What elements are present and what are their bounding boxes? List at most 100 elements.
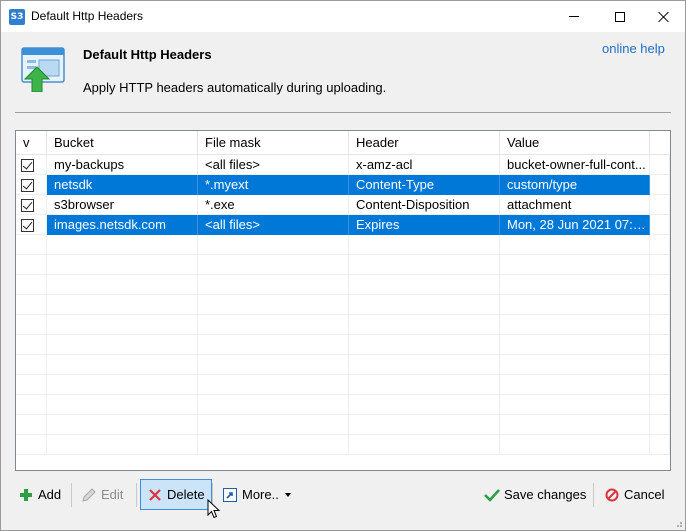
grid-rows: my-backups <all files> x-amz-acl bucket-own…: [16, 155, 670, 455]
cell-filler: [650, 155, 670, 175]
enabled-checkbox[interactable]: [21, 178, 34, 192]
cell-value: bucket-owner-full-cont...: [500, 155, 650, 175]
empty-cell: [198, 235, 349, 255]
empty-cell: [198, 415, 349, 435]
empty-cell: [47, 375, 198, 395]
empty-row: [16, 435, 670, 455]
empty-cell: [198, 295, 349, 315]
empty-cell: [650, 275, 670, 295]
column-header-bucket[interactable]: Bucket: [47, 131, 198, 155]
empty-row: [16, 275, 670, 295]
empty-cell: [349, 235, 500, 255]
no-entry-icon: [604, 487, 620, 503]
add-label: Add: [38, 487, 62, 502]
empty-cell: [47, 395, 198, 415]
empty-cell: [349, 315, 500, 335]
plus-icon: [18, 487, 34, 503]
empty-cell: [198, 255, 349, 275]
cell-bucket: netsdk: [47, 175, 198, 195]
cell-header: Content-Type: [349, 175, 500, 195]
close-button[interactable]: [641, 1, 686, 32]
checkmark-icon: [484, 487, 500, 503]
empty-cell: [650, 255, 670, 275]
more-dropdown-button[interactable]: More..: [215, 479, 298, 510]
empty-cell: [500, 255, 650, 275]
table-row[interactable]: netsdk *.myext Content-Type custom/type: [16, 175, 670, 195]
empty-cell: [47, 295, 198, 315]
empty-row: [16, 355, 670, 375]
cancel-label: Cancel: [624, 487, 665, 502]
cell-header: Content-Disposition: [349, 195, 500, 215]
empty-cell: [198, 375, 349, 395]
empty-row: [16, 315, 670, 335]
close-icon: [658, 11, 670, 23]
empty-cell: [500, 275, 650, 295]
empty-cell: [349, 295, 500, 315]
dialog-window: S3 Default Http Headers Default Http Hea…: [0, 0, 686, 531]
title-bar[interactable]: S3 Default Http Headers: [1, 1, 685, 32]
empty-cell: [47, 435, 198, 455]
empty-cell: [16, 235, 47, 255]
row-checkbox-cell: [16, 155, 47, 175]
bottom-toolbar: Add Edit Delete More.. Save changes Canc…: [1, 479, 685, 511]
header-divider: [15, 112, 671, 113]
column-header-header[interactable]: Header: [349, 131, 500, 155]
table-row[interactable]: s3browser *.exe Content-Disposition attachm…: [16, 195, 670, 215]
cancel-button[interactable]: Cancel: [597, 479, 671, 510]
delete-label: Delete: [167, 487, 205, 502]
headers-grid[interactable]: v Bucket File mask Header Value my-backu…: [15, 130, 671, 471]
empty-cell: [16, 335, 47, 355]
empty-cell: [198, 315, 349, 335]
empty-row: [16, 335, 670, 355]
empty-cell: [47, 275, 198, 295]
enabled-checkbox[interactable]: [21, 198, 34, 212]
empty-cell: [16, 415, 47, 435]
table-row[interactable]: images.netsdk.com <all files> Expires Mon, …: [16, 215, 670, 235]
empty-cell: [16, 275, 47, 295]
enabled-checkbox[interactable]: [21, 218, 34, 232]
empty-cell: [198, 435, 349, 455]
cell-filler: [650, 175, 670, 195]
enabled-checkbox[interactable]: [21, 158, 34, 172]
empty-cell: [650, 415, 670, 435]
x-icon: [147, 487, 163, 503]
cell-mask: *.exe: [198, 195, 349, 215]
empty-cell: [198, 395, 349, 415]
pencil-icon: [81, 487, 97, 503]
cell-filler: [650, 195, 670, 215]
empty-cell: [349, 275, 500, 295]
toolbar-separator: [136, 483, 137, 507]
empty-cell: [349, 435, 500, 455]
empty-cell: [500, 395, 650, 415]
minimize-button[interactable]: [551, 1, 597, 32]
empty-cell: [500, 375, 650, 395]
empty-cell: [47, 255, 198, 275]
empty-cell: [16, 355, 47, 375]
maximize-button[interactable]: [597, 1, 643, 32]
app-icon: S3: [9, 9, 25, 25]
empty-cell: [349, 375, 500, 395]
empty-cell: [650, 395, 670, 415]
empty-cell: [349, 255, 500, 275]
column-header-file-mask[interactable]: File mask: [198, 131, 349, 155]
resize-grip-icon[interactable]: [673, 518, 683, 528]
row-checkbox-cell: [16, 195, 47, 215]
empty-cell: [650, 315, 670, 335]
header-panel: Default Http Headers Apply HTTP headers …: [1, 32, 685, 122]
table-row[interactable]: my-backups <all files> x-amz-acl bucket-own…: [16, 155, 670, 175]
save-changes-button[interactable]: Save changes: [477, 479, 593, 510]
empty-cell: [16, 435, 47, 455]
add-button[interactable]: Add: [11, 479, 68, 510]
empty-row: [16, 295, 670, 315]
empty-cell: [16, 395, 47, 415]
delete-button[interactable]: Delete: [140, 479, 212, 510]
online-help-link[interactable]: online help: [602, 41, 665, 56]
column-header-value[interactable]: Value: [500, 131, 650, 155]
empty-cell: [16, 375, 47, 395]
cell-filler: [650, 215, 670, 235]
toolbar-separator: [71, 483, 72, 507]
empty-row: [16, 255, 670, 275]
column-header-enabled[interactable]: v: [16, 131, 47, 155]
row-checkbox-cell: [16, 215, 47, 235]
edit-button[interactable]: Edit: [74, 479, 130, 510]
